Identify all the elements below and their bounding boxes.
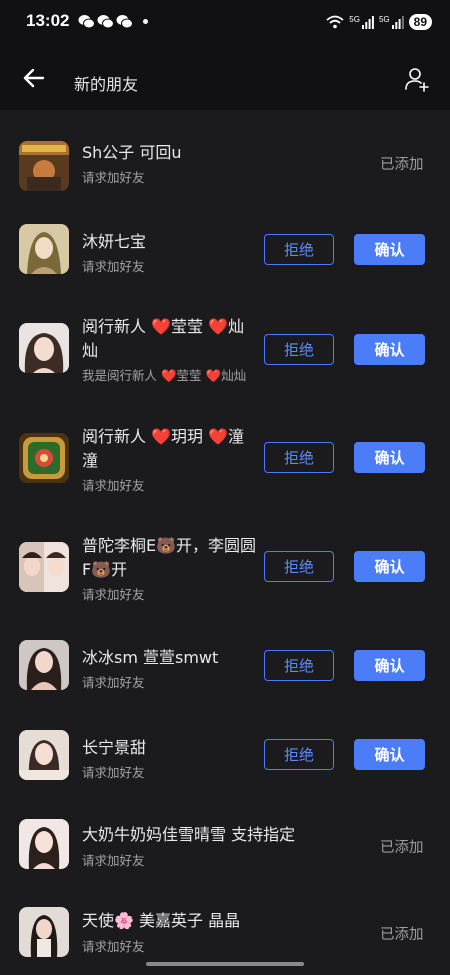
wechat-notification-icon xyxy=(78,15,95,29)
request-message: 请求加好友 xyxy=(82,939,145,954)
requester-name: 沐妍七宝 xyxy=(82,232,147,251)
avatar xyxy=(19,323,69,373)
confirm-button[interactable]: 确认 xyxy=(354,334,425,365)
status-bar: 13:02 5G 5G 89 xyxy=(0,0,450,44)
request-message: 请求加好友 xyxy=(82,259,145,274)
reject-button[interactable]: 拒绝 xyxy=(264,334,334,365)
signal-type-label: 5G xyxy=(349,14,360,24)
battery-level: 89 xyxy=(408,14,432,30)
confirm-button[interactable]: 确认 xyxy=(354,234,425,265)
added-status: 已添加 xyxy=(380,157,424,173)
request-message: 请求加好友 xyxy=(82,478,145,493)
reject-button[interactable]: 拒绝 xyxy=(264,650,334,681)
requester-name: 冰冰sm 萱萱smwt xyxy=(82,648,219,667)
add-friend-icon[interactable] xyxy=(404,66,430,92)
added-status: 已添加 xyxy=(380,927,424,943)
request-message: 我是阅行新人 ❤️莹莹 ❤️灿灿 xyxy=(82,368,247,383)
signal-type-label: 5G xyxy=(378,14,390,24)
avatar xyxy=(19,433,69,483)
request-message: 请求加好友 xyxy=(82,587,145,602)
confirm-button[interactable]: 确认 xyxy=(354,739,425,770)
status-time: 13:02 xyxy=(26,11,70,30)
avatar xyxy=(19,542,69,592)
reject-button[interactable]: 拒绝 xyxy=(264,551,334,582)
more-notifications-dot xyxy=(143,19,148,24)
avatar xyxy=(19,640,69,690)
avatar xyxy=(19,730,69,780)
requester-name: 大奶牛奶妈佳雪晴雪 支持指定 xyxy=(82,825,296,844)
request-message: 请求加好友 xyxy=(82,765,145,780)
request-message: 请求加好友 xyxy=(82,853,145,868)
confirm-button[interactable]: 确认 xyxy=(354,442,425,473)
request-message: 请求加好友 xyxy=(82,170,145,185)
avatar xyxy=(19,141,69,191)
requester-name: 普陀李桐E🐻开，李圆圆F🐻开 xyxy=(82,536,257,579)
requester-name: 天使🌸 美嘉英子 晶晶 xyxy=(82,911,241,930)
wechat-notification-icon xyxy=(116,15,133,29)
header: 新的朋友 xyxy=(0,44,450,110)
added-status: 已添加 xyxy=(380,840,424,856)
signal-bars-icon xyxy=(391,15,404,29)
back-arrow-icon[interactable] xyxy=(22,66,46,90)
home-indicator[interactable] xyxy=(146,962,304,966)
reject-button[interactable]: 拒绝 xyxy=(264,739,334,770)
requester-name: 阅行新人 ❤️莹莹 ❤️灿灿 xyxy=(82,317,245,360)
requester-name: 长宁景甜 xyxy=(82,738,147,757)
avatar xyxy=(19,819,69,869)
request-message: 请求加好友 xyxy=(82,675,145,690)
reject-button[interactable]: 拒绝 xyxy=(264,234,334,265)
requester-name: Sh公子 可回u xyxy=(82,143,182,162)
signal-bars-icon xyxy=(361,15,374,29)
page-title: 新的朋友 xyxy=(74,75,139,94)
wechat-notification-icon xyxy=(97,15,114,29)
confirm-button[interactable]: 确认 xyxy=(354,551,425,582)
wifi-icon xyxy=(326,15,344,29)
status-indicators: 5G 5G 89 xyxy=(326,11,432,33)
confirm-button[interactable]: 确认 xyxy=(354,650,425,681)
requester-name: 阅行新人 ❤️玥玥 ❤️潼潼 xyxy=(82,427,245,470)
reject-button[interactable]: 拒绝 xyxy=(264,442,334,473)
avatar xyxy=(19,907,69,957)
avatar xyxy=(19,224,69,274)
